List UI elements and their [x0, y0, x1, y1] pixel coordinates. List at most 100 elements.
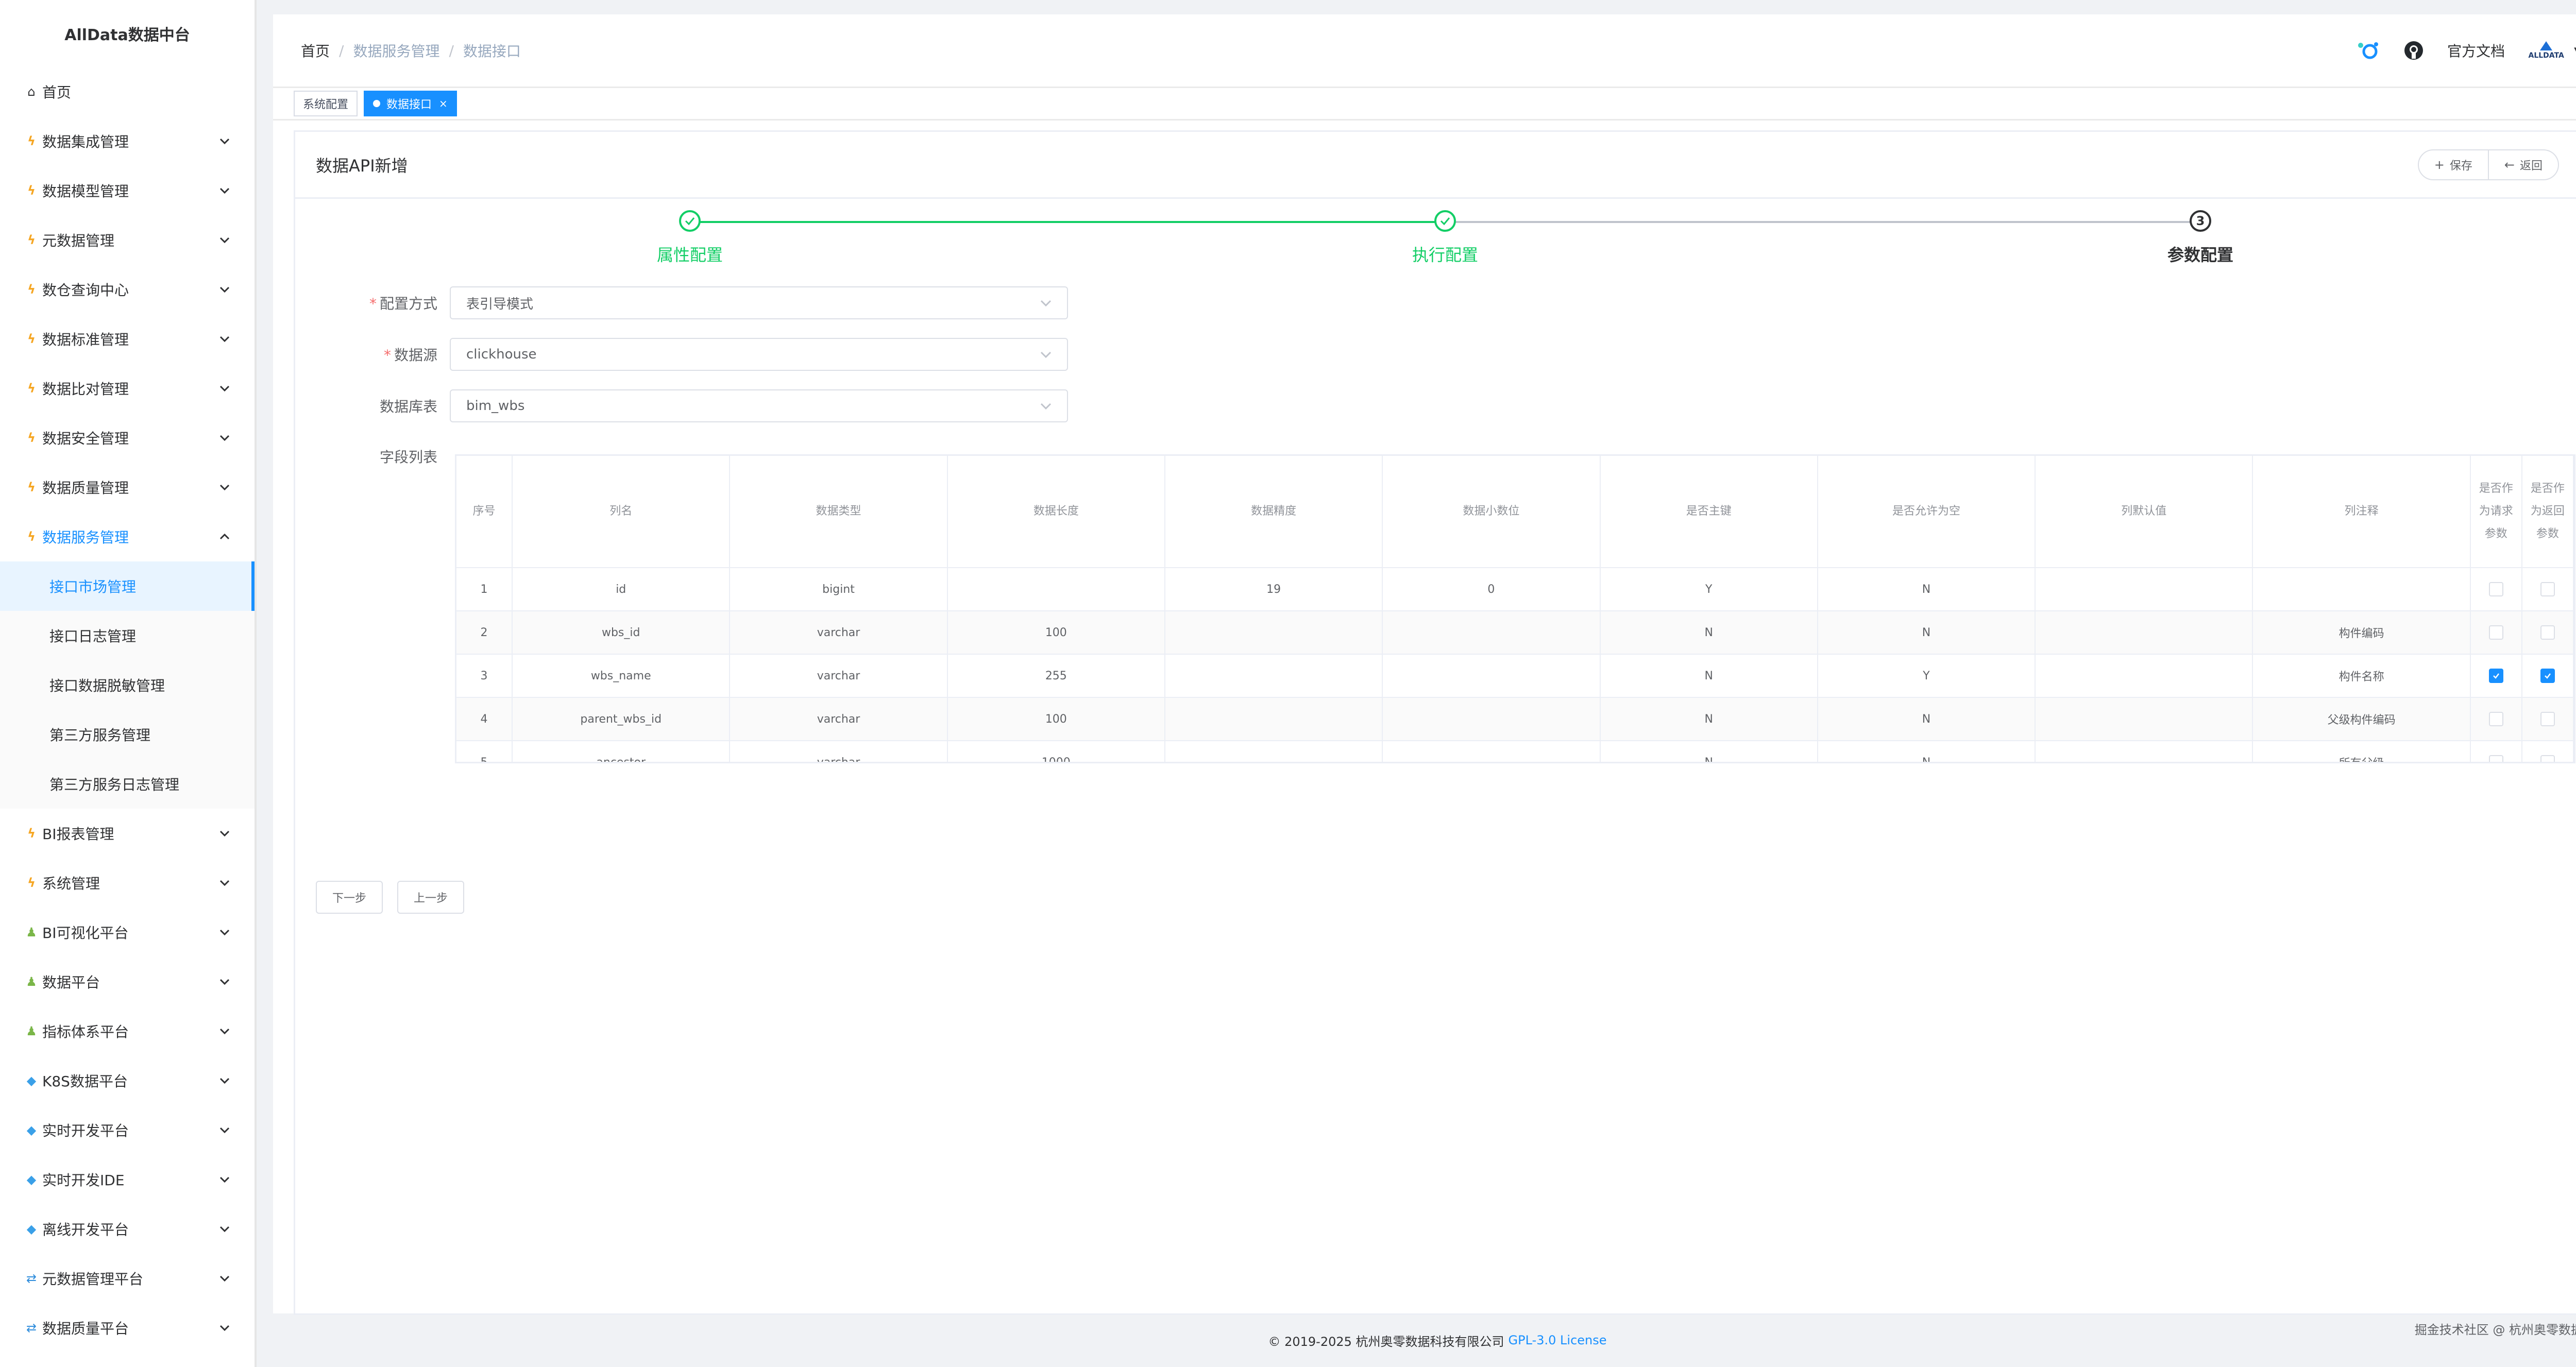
tag-data-interface[interactable]: 数据接口 × — [364, 91, 457, 116]
person-icon: ♟ — [26, 925, 37, 939]
return-param-checkbox[interactable] — [2540, 625, 2555, 640]
sidebar-item-3[interactable]: ϟ 元数据管理 — [0, 215, 255, 265]
github-icon[interactable] — [2401, 38, 2427, 63]
sidebar-item-label: BI报表管理 — [42, 826, 114, 843]
sidebar-item-20[interactable]: ⇄ 数据质量平台 — [0, 1303, 255, 1353]
prev-step-button[interactable]: 上一步 — [397, 881, 465, 914]
cell-pk: N — [1600, 697, 1818, 741]
next-step-button[interactable]: 下一步 — [316, 881, 383, 914]
sidebar-item-19[interactable]: ⇄ 元数据管理平台 — [0, 1254, 255, 1303]
datasource-label: * 数据源 — [295, 344, 450, 365]
cell-nullable: N — [1817, 568, 2036, 611]
step-line-pending — [1445, 221, 2200, 223]
sidebar-item-16[interactable]: ◆ 实时开发平台 — [0, 1105, 255, 1155]
cell-pk: Y — [1600, 568, 1818, 611]
request-param-checkbox[interactable] — [2488, 625, 2503, 640]
sidebar-item-2[interactable]: ϟ 数据模型管理 — [0, 166, 255, 215]
cell-req — [2470, 568, 2522, 611]
sidebar-subitem-4[interactable]: 第三方服务日志管理 — [0, 759, 255, 809]
back-button[interactable]: ← 返回 — [2488, 149, 2559, 180]
sidebar-item-11[interactable]: ϟ 系统管理 — [0, 858, 255, 908]
form-row-datasource: * 数据源 clickhouse — [295, 338, 1068, 371]
sidebar-item-0[interactable]: ⌂ 首页 — [0, 67, 255, 116]
sidebar-item-17[interactable]: ◆ 实时开发IDE — [0, 1155, 255, 1204]
caret-down-icon[interactable]: ▼ — [2574, 45, 2576, 56]
sidebar-item-10[interactable]: ϟ BI报表管理 — [0, 809, 255, 858]
cell-scale: 0 — [1382, 568, 1601, 611]
sidebar-item-4[interactable]: ϟ 数仓查询中心 — [0, 265, 255, 314]
avatar[interactable]: ALLDATA — [2526, 38, 2567, 63]
sidebar-item-8[interactable]: ϟ 数据质量管理 — [0, 463, 255, 512]
logo-triangle-icon — [2540, 41, 2553, 50]
save-button[interactable]: + 保存 — [2417, 149, 2489, 180]
cell-comment: 构件编码 — [2252, 611, 2471, 655]
return-param-checkbox[interactable] — [2540, 712, 2555, 726]
header-button-group: + 保存 ← 返回 — [2417, 149, 2559, 180]
request-param-checkbox[interactable] — [2488, 582, 2503, 596]
sidebar-item-1[interactable]: ϟ 数据集成管理 — [0, 116, 255, 166]
license-link[interactable]: GPL-3.0 License — [1509, 1333, 1607, 1347]
datasource-value: clickhouse — [466, 347, 537, 362]
chevron-down-icon — [215, 231, 234, 249]
gem-icon: ◆ — [26, 1172, 37, 1187]
cell-pk: N — [1600, 611, 1818, 655]
sidebar-subitem-2[interactable]: 接口数据脱敏管理 — [0, 660, 255, 710]
sidebar-subitem-0[interactable]: 接口市场管理 — [0, 561, 255, 611]
step-1-check-icon — [679, 210, 701, 232]
close-icon[interactable]: × — [439, 97, 448, 110]
sidebar-item-13[interactable]: ♟ 数据平台 — [0, 957, 255, 1006]
column-header: 数据长度 — [947, 456, 1165, 568]
avatar-text: ALLDATA — [2528, 52, 2564, 60]
sidebar-item-6[interactable]: ϟ 数据比对管理 — [0, 364, 255, 413]
datasource-label-text: 数据源 — [394, 347, 437, 364]
sidebar-item-label: BI可视化平台 — [42, 925, 129, 942]
community-icon[interactable] — [2354, 38, 2380, 63]
return-param-checkbox[interactable] — [2540, 755, 2555, 762]
sidebar-item-14[interactable]: ♟ 指标体系平台 — [0, 1006, 255, 1056]
sidebar-item-label: 数据服务管理 — [42, 529, 129, 546]
table-select[interactable]: bim_wbs — [450, 389, 1068, 422]
sidebar-item-9[interactable]: ϟ 数据服务管理 — [0, 512, 255, 561]
datasource-select[interactable]: clickhouse — [450, 338, 1068, 371]
sidebar-item-7[interactable]: ϟ 数据安全管理 — [0, 413, 255, 463]
cell-type: bigint — [730, 568, 948, 611]
request-param-checkbox[interactable] — [2488, 712, 2503, 726]
sidebar-item-label: 数仓查询中心 — [42, 282, 129, 299]
sidebar-item-12[interactable]: ♟ BI可视化平台 — [0, 908, 255, 957]
return-param-checkbox[interactable] — [2540, 669, 2555, 683]
tag-system-config[interactable]: 系统配置 — [294, 91, 358, 116]
sidebar-item-label: 数据模型管理 — [42, 183, 129, 200]
bolt-icon: ϟ — [27, 876, 36, 890]
table-row: 1 id bigint 19 0 Y N — [456, 568, 2574, 611]
return-param-checkbox[interactable] — [2540, 582, 2555, 596]
breadcrumb-item-home[interactable]: 首页 — [301, 40, 330, 61]
cell-length: 255 — [947, 654, 1165, 698]
chevron-down-icon — [215, 429, 234, 447]
step-3-number: 3 — [2190, 210, 2211, 232]
chevron-down-icon — [215, 379, 234, 398]
step-2-check-icon — [1434, 210, 1456, 232]
step-1-label: 属性配置 — [656, 245, 723, 265]
cell-type: varchar — [730, 741, 948, 762]
user-menu[interactable]: ALLDATA ▼ — [2526, 38, 2576, 63]
cell-nullable: N — [1817, 611, 2036, 655]
footer: © 2019-2025 杭州奥零数据科技有限公司 GPL-3.0 License — [273, 1313, 2576, 1367]
request-param-checkbox[interactable] — [2488, 669, 2503, 683]
config-mode-select[interactable]: 表引导模式 — [450, 286, 1068, 319]
sidebar-item-15[interactable]: ◆ K8S数据平台 — [0, 1056, 255, 1105]
back-label: 返回 — [2519, 159, 2543, 173]
cell-name: wbs_id — [512, 611, 731, 655]
column-header: 数据精度 — [1164, 456, 1383, 568]
request-param-checkbox[interactable] — [2488, 755, 2503, 762]
breadcrumb-item-service: 数据服务管理 — [353, 43, 440, 60]
breadcrumb-separator: / — [449, 42, 454, 59]
sidebar-subitem-1[interactable]: 接口日志管理 — [0, 611, 255, 660]
sidebar-subitem-3[interactable]: 第三方服务管理 — [0, 710, 255, 759]
plus-icon: + — [2434, 157, 2445, 172]
sidebar-item-label: 数据比对管理 — [42, 381, 129, 398]
docs-link[interactable]: 官方文档 — [2447, 40, 2505, 61]
sidebar-item-5[interactable]: ϟ 数据标准管理 — [0, 314, 255, 364]
bolt-icon: ϟ — [27, 282, 36, 297]
sidebar-item-18[interactable]: ◆ 离线开发平台 — [0, 1204, 255, 1254]
cell-type: varchar — [730, 654, 948, 698]
